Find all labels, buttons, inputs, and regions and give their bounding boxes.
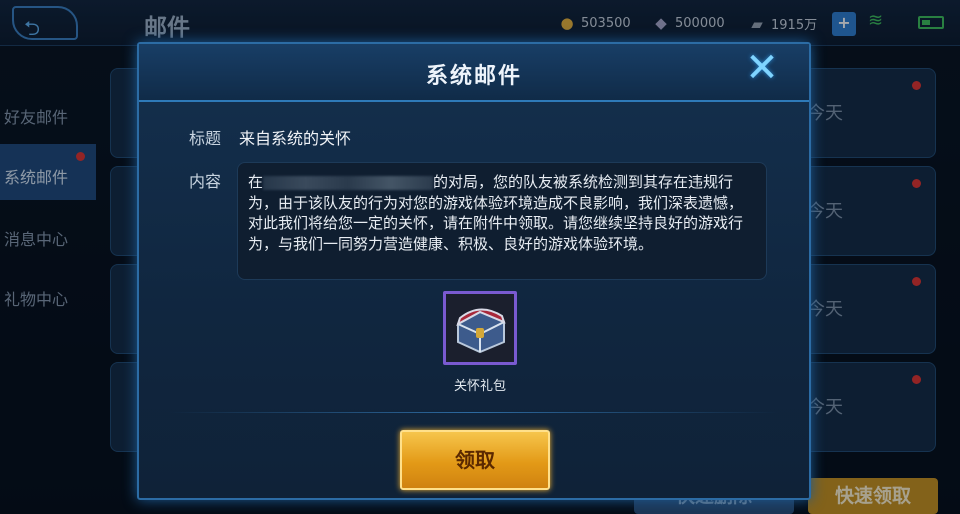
system-mail-dialog: 系统邮件 ✕ 标题 来自系统的关怀 内容 在的对局，您的队友被系统检测到其存在违…: [137, 42, 811, 500]
redacted-text: [263, 175, 434, 190]
subject-label: 标题: [189, 129, 222, 148]
divider: [169, 412, 779, 413]
attachment-label: 关怀礼包: [453, 379, 506, 394]
treasure-chest-icon: [456, 308, 506, 354]
content-label: 内容: [189, 172, 222, 191]
dialog-title: 系统邮件: [425, 64, 522, 89]
mail-content: 在的对局，您的队友被系统检测到其存在违规行为，由于该队友的行为对您的游戏体验环境…: [237, 162, 767, 280]
claim-button[interactable]: 领取: [400, 430, 550, 490]
dialog-header: 系统邮件 ✕: [139, 44, 809, 102]
close-x-icon[interactable]: ✕: [739, 48, 785, 90]
attachment-slot[interactable]: [443, 291, 517, 365]
subject-value: 来自系统的关怀: [239, 129, 352, 148]
